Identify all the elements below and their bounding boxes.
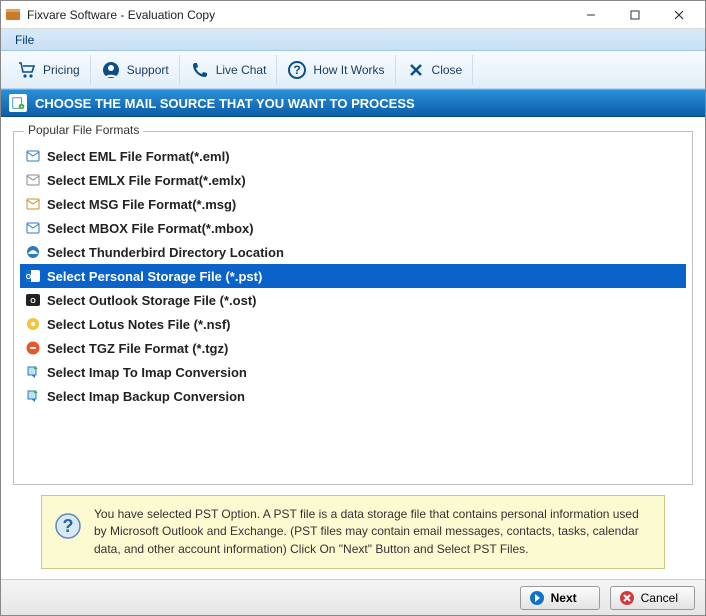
formats-group-legend: Popular File Formats [24,123,143,137]
imap-backup-icon [25,388,41,404]
tgz-icon [25,340,41,356]
section-header: + CHOOSE THE MAIL SOURCE THAT YOU WANT T… [1,89,705,117]
formats-group: Popular File Formats Select EML File For… [13,131,693,485]
format-option[interactable]: O Select Personal Storage File (*.pst) [20,264,686,288]
format-option[interactable]: Select EMLX File Format(*.emlx) [20,168,686,192]
close-icon [406,60,426,80]
toolbar-support-label: Support [127,63,169,77]
toolbar-livechat-label: Live Chat [216,63,267,77]
outlook-ost-icon: O [25,292,41,308]
info-panel: ? You have selected PST Option. A PST fi… [41,495,665,569]
headset-icon [101,60,121,80]
mbox-icon [25,220,41,236]
app-icon [5,7,21,23]
cancel-button[interactable]: Cancel [610,586,695,610]
svg-text:O: O [26,274,32,281]
minimize-button[interactable] [569,2,613,28]
maximize-button[interactable] [613,2,657,28]
svg-text:?: ? [294,63,301,77]
format-option[interactable]: Select Thunderbird Directory Location [20,240,686,264]
format-option-label: Select EMLX File Format(*.emlx) [47,173,246,188]
toolbar-howitworks[interactable]: ? How It Works [277,55,395,85]
next-button-label: Next [551,591,577,605]
format-option[interactable]: Select MBOX File Format(*.mbox) [20,216,686,240]
imap-sync-icon [25,364,41,380]
toolbar-pricing-label: Pricing [43,63,80,77]
next-button[interactable]: Next [520,586,600,610]
toolbar-howitworks-label: How It Works [313,63,384,77]
section-header-text: CHOOSE THE MAIL SOURCE THAT YOU WANT TO … [35,96,415,111]
titlebar: Fixvare Software - Evaluation Copy [1,1,705,29]
format-option-label: Select Thunderbird Directory Location [47,245,284,260]
svg-text:?: ? [63,516,74,536]
toolbar-pricing[interactable]: Pricing [7,55,91,85]
cart-icon [17,60,37,80]
phone-icon [190,60,210,80]
section-header-icon: + [9,94,27,112]
emlx-icon [25,172,41,188]
footer: Next Cancel [1,579,705,615]
format-option[interactable]: Select Imap To Imap Conversion [20,360,686,384]
format-option-label: Select Lotus Notes File (*.nsf) [47,317,230,332]
format-option-label: Select MSG File Format(*.msg) [47,197,236,212]
question-icon: ? [287,60,307,80]
menubar: File [1,29,705,51]
cancel-icon [619,590,635,606]
arrow-right-icon [529,590,545,606]
format-option-label: Select Imap To Imap Conversion [47,365,247,380]
eml-icon [25,148,41,164]
format-option[interactable]: Select Lotus Notes File (*.nsf) [20,312,686,336]
format-option[interactable]: Select Imap Backup Conversion [20,384,686,408]
format-option-label: Select TGZ File Format (*.tgz) [47,341,228,356]
content: Popular File Formats Select EML File For… [1,117,705,579]
format-option-label: Select MBOX File Format(*.mbox) [47,221,254,236]
cancel-button-label: Cancel [641,591,678,605]
msg-icon [25,196,41,212]
toolbar-close[interactable]: Close [396,55,474,85]
format-option-label: Select Personal Storage File (*.pst) [47,269,262,284]
window: Fixvare Software - Evaluation Copy File … [0,0,706,616]
toolbar-close-label: Close [432,63,463,77]
format-option[interactable]: Select TGZ File Format (*.tgz) [20,336,686,360]
format-list: Select EML File Format(*.eml) Select EMLX… [20,144,686,408]
format-option-label: Select Imap Backup Conversion [47,389,245,404]
svg-text:O: O [30,298,36,305]
toolbar: Pricing Support Live Chat ? How It Works… [1,51,705,89]
toolbar-livechat[interactable]: Live Chat [180,55,278,85]
format-option[interactable]: Select MSG File Format(*.msg) [20,192,686,216]
lotus-notes-icon [25,316,41,332]
format-option[interactable]: Select EML File Format(*.eml) [20,144,686,168]
close-window-button[interactable] [657,2,701,28]
format-option[interactable]: O Select Outlook Storage File (*.ost) [20,288,686,312]
format-option-label: Select EML File Format(*.eml) [47,149,230,164]
outlook-pst-icon: O [25,268,41,284]
svg-text:+: + [20,104,23,109]
format-option-label: Select Outlook Storage File (*.ost) [47,293,256,308]
thunderbird-icon [25,244,41,260]
toolbar-support[interactable]: Support [91,55,180,85]
info-icon: ? [54,512,82,540]
menu-file[interactable]: File [7,31,42,49]
info-text: You have selected PST Option. A PST file… [94,506,652,558]
window-title: Fixvare Software - Evaluation Copy [27,8,569,22]
